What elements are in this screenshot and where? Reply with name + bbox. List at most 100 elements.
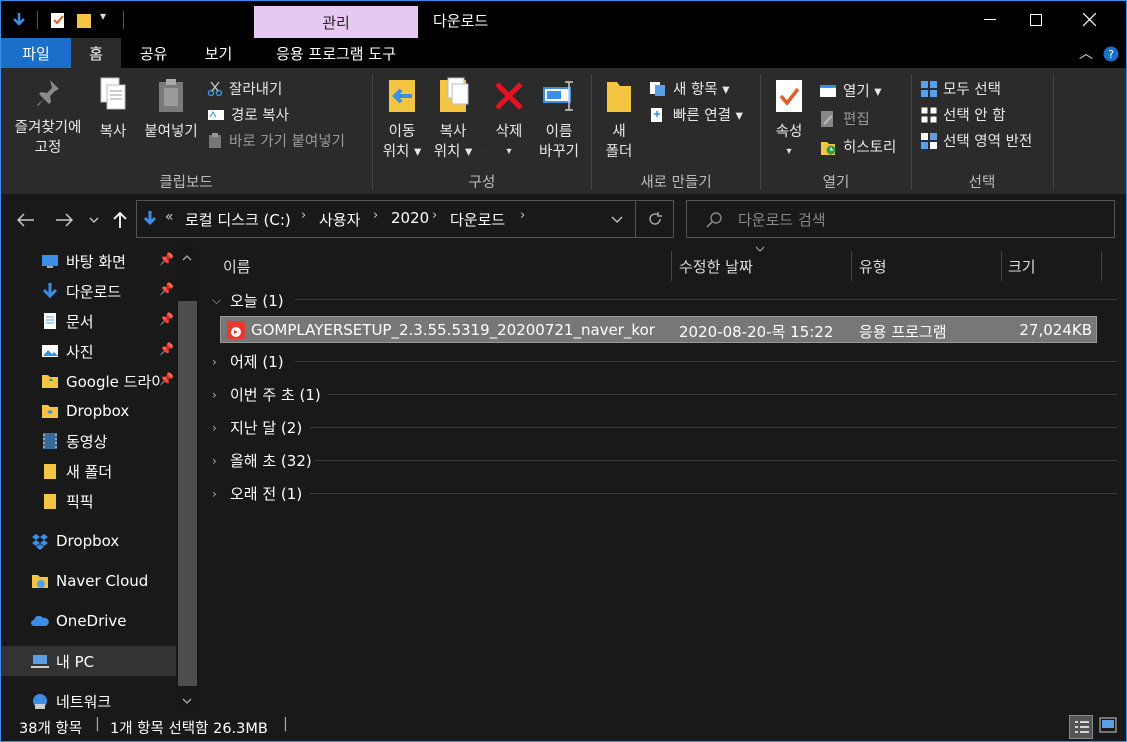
folder-icon <box>607 82 631 112</box>
copy-path-button[interactable]: 경로 복사 <box>207 104 289 125</box>
breadcrumb-separator-icon[interactable]: › <box>373 208 378 223</box>
group-divider <box>315 460 1117 461</box>
new-folder-icon[interactable] <box>76 11 92 29</box>
pin-to-quick-access-button[interactable]: 즐겨찾기에 고정 <box>5 76 91 158</box>
up-arrow-icon[interactable] <box>113 211 127 229</box>
pin-icon[interactable]: 📌 <box>159 312 174 326</box>
group-label: 어제 (1) <box>230 353 284 371</box>
move-to-button[interactable]: 이동 위치 ▾ <box>377 76 427 162</box>
minimize-button[interactable] <box>967 1 1013 38</box>
maximize-button[interactable] <box>1013 1 1059 38</box>
details-view-button[interactable] <box>1069 715 1093 739</box>
copy-to-button[interactable]: 복사 위치 ▾ <box>428 76 478 162</box>
rename-button[interactable]: 이름 바꾸기 <box>533 76 585 162</box>
back-arrow-icon[interactable] <box>17 213 35 227</box>
open-button[interactable]: 열기 ▾ <box>819 80 882 101</box>
new-item-button[interactable]: 새 항목 ▾ <box>649 78 730 99</box>
sidebar-item-label: 문서 <box>66 312 94 331</box>
properties-dropdown: ▾ <box>786 146 792 157</box>
customize-qat-icon[interactable]: ▾ <box>100 9 106 23</box>
this-pc-icon <box>31 655 49 668</box>
address-history-chevron-icon[interactable] <box>611 216 623 224</box>
pin-icon[interactable]: 📌 <box>159 372 174 386</box>
breadcrumb-2020[interactable]: 2020 <box>391 209 429 227</box>
column-divider[interactable] <box>671 251 672 281</box>
tab-view[interactable]: 보기 <box>191 38 246 68</box>
sidebar-item-this-pc[interactable]: 내 PC <box>1 646 176 676</box>
scrollbar-thumb[interactable] <box>178 301 197 686</box>
properties-button[interactable]: 속성 ▾ <box>766 76 812 162</box>
scroll-down-icon[interactable] <box>182 698 192 705</box>
invert-selection-button[interactable]: 선택 영역 반전 <box>921 130 1032 151</box>
column-header-name[interactable]: 이름 <box>223 251 251 281</box>
breadcrumb-separator-icon[interactable]: › <box>301 208 306 223</box>
search-box[interactable]: 다운로드 검색 <box>686 200 1115 238</box>
group-header-earlier-this-year[interactable]: › 올해 초 (32) <box>212 450 312 471</box>
history-label: 히스토리 <box>843 140 897 156</box>
videos-icon <box>43 433 57 449</box>
group-header-yesterday[interactable]: › 어제 (1) <box>212 351 284 372</box>
tab-home[interactable]: 홈 <box>71 38 121 68</box>
address-overflow[interactable]: « <box>165 209 174 225</box>
group-header-long-ago[interactable]: › 오래 전 (1) <box>212 483 302 504</box>
new-folder-button[interactable]: 새 폴더 <box>597 76 641 162</box>
onedrive-icon <box>31 615 49 626</box>
tab-app-tools[interactable]: 응용 프로그램 도구 <box>256 38 416 68</box>
paste-shortcut-button[interactable]: 바로 가기 붙여넣기 <box>207 130 345 151</box>
group-divider <box>310 493 1117 494</box>
divider <box>482 150 483 151</box>
group-header-last-month[interactable]: › 지난 달 (2) <box>212 417 302 438</box>
breadcrumb-users[interactable]: 사용자 <box>319 209 360 230</box>
paste-button[interactable]: 붙여넣기 <box>139 76 203 142</box>
select-none-label: 선택 안 함 <box>943 108 1006 124</box>
column-divider[interactable] <box>1001 251 1002 281</box>
large-icons-view-button[interactable] <box>1099 717 1119 737</box>
copy-button[interactable]: 복사 <box>91 76 135 142</box>
select-none-button[interactable]: 선택 안 함 <box>921 104 1006 125</box>
edit-button[interactable]: 편집 <box>819 108 870 129</box>
new-folder-label-2: 폴더 <box>605 144 633 160</box>
breadcrumb-separator-icon[interactable]: › <box>520 208 525 223</box>
sidebar-item-google-drive[interactable]: Google 드라이브 <box>41 366 161 396</box>
column-header-type[interactable]: 유형 <box>859 251 887 281</box>
group-separator <box>1053 74 1054 190</box>
scroll-up-icon[interactable] <box>182 254 192 261</box>
column-header-size[interactable]: 크기 <box>1008 251 1036 281</box>
close-button[interactable] <box>1066 1 1112 38</box>
context-tab-manage[interactable]: 관리 <box>254 6 418 38</box>
edit-icon <box>821 110 833 127</box>
address-bar[interactable]: « 로컬 디스크 (C:) › 사용자 › 2020 › 다운로드 › <box>136 200 674 238</box>
tab-file[interactable]: 파일 <box>1 38 71 68</box>
cut-button[interactable]: 잘라내기 <box>207 78 282 99</box>
rename-label-1: 이름 <box>545 124 573 140</box>
sidebar-scrollbar[interactable] <box>176 246 199 711</box>
forward-arrow-icon[interactable] <box>55 213 73 227</box>
select-all-button[interactable]: 모두 선택 <box>921 78 1001 99</box>
recent-locations-chevron-icon[interactable] <box>89 216 99 224</box>
column-divider[interactable] <box>1101 251 1102 281</box>
breadcrumb-separator-icon[interactable]: › <box>432 208 437 223</box>
properties-icon[interactable] <box>50 11 66 29</box>
group-header-today[interactable]: ⌵ 오늘 (1) <box>212 290 284 311</box>
breadcrumb-local-disk[interactable]: 로컬 디스크 (C:) <box>185 209 291 230</box>
easy-access-button[interactable]: 빠른 연결 ▾ <box>649 104 743 125</box>
refresh-icon[interactable] <box>647 211 663 227</box>
collapse-ribbon-icon[interactable]: ︿ <box>1079 43 1093 63</box>
history-button[interactable]: 히스토리 <box>819 136 896 157</box>
pin-icon[interactable]: 📌 <box>159 282 174 296</box>
breadcrumb-downloads[interactable]: 다운로드 <box>450 209 505 230</box>
group-header-earlier-this-week[interactable]: › 이번 주 초 (1) <box>212 384 321 405</box>
delete-button[interactable]: 삭제 ▾ <box>487 76 531 162</box>
table-row[interactable]: GOMPLAYERSETUP_2.3.55.5319_20200721_nave… <box>220 316 1097 343</box>
tab-share[interactable]: 공유 <box>126 38 181 68</box>
download-icon <box>42 283 58 299</box>
rename-icon <box>543 81 573 111</box>
organize-group-label: 구성 <box>468 175 496 191</box>
help-icon[interactable]: ? <box>1103 46 1119 62</box>
down-arrow-icon[interactable] <box>11 11 27 29</box>
column-header-modified[interactable]: 수정한 날짜 <box>679 251 753 281</box>
pin-icon[interactable]: 📌 <box>159 342 174 356</box>
column-divider[interactable] <box>851 251 852 281</box>
pin-icon[interactable]: 📌 <box>159 252 174 266</box>
quick-access-toolbar <box>11 9 27 31</box>
